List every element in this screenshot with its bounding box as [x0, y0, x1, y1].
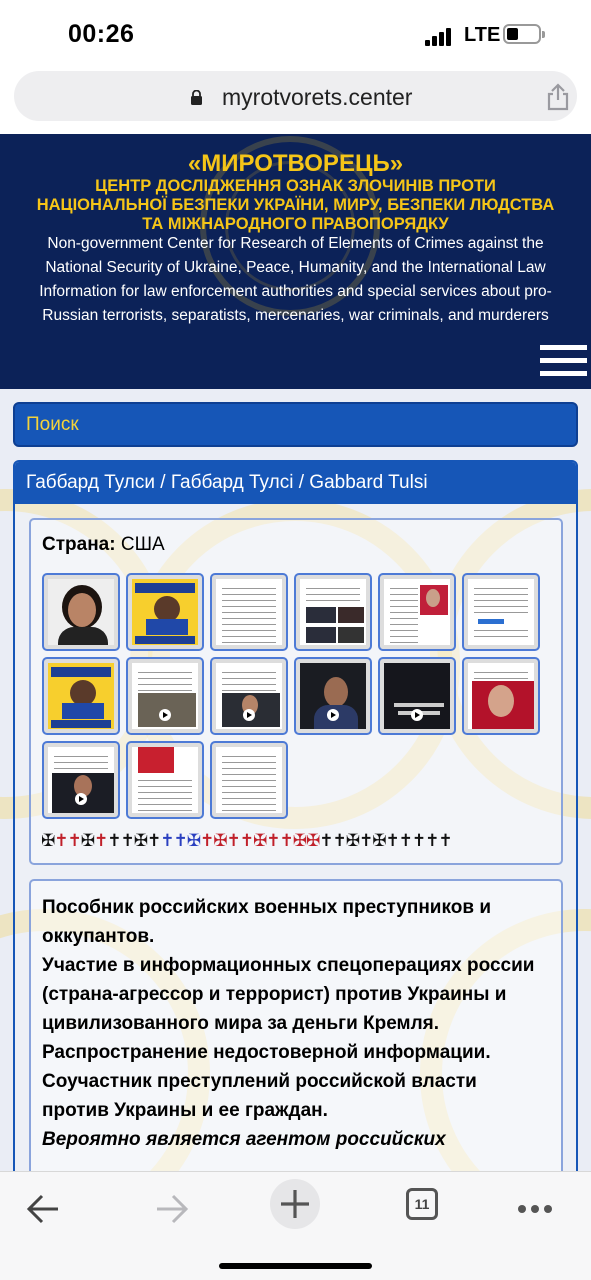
new-tab-button[interactable]	[270, 1179, 320, 1229]
battery-icon	[503, 24, 545, 44]
photo-gallery: Страна: США ✠✝✝✠✝✝✝✠✝✝✝✠✝✠✝✝✠✝✝✠✠✝✝✠✝✠✝✝…	[29, 518, 563, 865]
share-icon[interactable]	[545, 83, 571, 111]
lock-icon	[191, 90, 202, 105]
search-toggle[interactable]: Поиск	[13, 402, 578, 447]
status-bar: 00:26 LTE	[0, 0, 591, 64]
country-value: США	[120, 534, 165, 555]
person-name: Габбард Тулси / Габбард Тулсі / Gabbard …	[26, 472, 428, 493]
person-card: Габбард Тулси / Габбард Тулсі / Gabbard …	[13, 460, 578, 1171]
gallery-video-thumbnail[interactable]	[126, 657, 204, 735]
tabs-button[interactable]: 11	[406, 1188, 438, 1220]
main-content: Поиск Габбард Тулси / Габбард Тулсі / Ga…	[0, 389, 591, 1171]
plus-icon	[281, 1190, 309, 1218]
site-banner: «МИРОТВОРЕЦЬ» ЦЕНТР ДОСЛІДЖЕННЯ ОЗНАК ЗЛ…	[0, 134, 591, 389]
gallery-video-thumbnail[interactable]	[42, 741, 120, 819]
home-indicator	[219, 1263, 372, 1269]
gallery-thumbnail[interactable]	[462, 657, 540, 735]
address-bar[interactable]: myrotvorets.center	[14, 71, 577, 121]
address-area: myrotvorets.center	[0, 64, 591, 134]
person-header: Габбард Тулси / Габбард Тулсі / Gabbard …	[15, 462, 576, 504]
forward-arrow-icon[interactable]	[145, 1184, 195, 1234]
browser-toolbar: 11	[0, 1171, 591, 1280]
back-arrow-icon[interactable]	[20, 1184, 70, 1234]
gallery-thumbnail[interactable]	[126, 741, 204, 819]
gallery-thumbnail[interactable]	[294, 573, 372, 651]
gallery-video-thumbnail[interactable]	[210, 657, 288, 735]
gallery-thumbnail[interactable]	[126, 573, 204, 651]
signal-icon	[425, 26, 455, 46]
hamburger-menu-icon[interactable]	[540, 345, 587, 377]
crosses-row: ✠✝✝✠✝✝✝✠✝✝✝✠✝✠✝✝✠✝✝✠✠✝✝✠✝✠✝✝✝✝✝	[41, 831, 453, 850]
site-title: «МИРОТВОРЕЦЬ»	[187, 150, 404, 177]
site-description: Non-government Center for Research of El…	[39, 235, 552, 324]
url-text: myrotvorets.center	[222, 84, 413, 110]
description-box: Пособник российских военных преступников…	[29, 879, 563, 1171]
status-time: 00:26	[68, 20, 135, 48]
gallery-video-thumbnail[interactable]	[378, 657, 456, 735]
gallery-video-thumbnail[interactable]	[294, 657, 372, 735]
gallery-thumbnail[interactable]	[42, 657, 120, 735]
gallery-thumbnail[interactable]	[210, 741, 288, 819]
gallery-thumbnail[interactable]	[210, 573, 288, 651]
more-dots-icon[interactable]	[518, 1200, 557, 1218]
network-type: LTE	[464, 24, 501, 46]
gallery-thumbnail[interactable]	[378, 573, 456, 651]
search-label: Поиск	[26, 414, 79, 435]
description-text: Пособник российских военных преступников…	[42, 897, 535, 1150]
gallery-thumbnail[interactable]	[42, 573, 120, 651]
gallery-thumbnail[interactable]	[462, 573, 540, 651]
country-label: Страна:	[42, 534, 116, 555]
site-subtitle: ЦЕНТР ДОСЛІДЖЕННЯ ОЗНАК ЗЛОЧИНІВ ПРОТИ Н…	[36, 177, 555, 233]
country-row: Страна: США	[42, 534, 165, 556]
